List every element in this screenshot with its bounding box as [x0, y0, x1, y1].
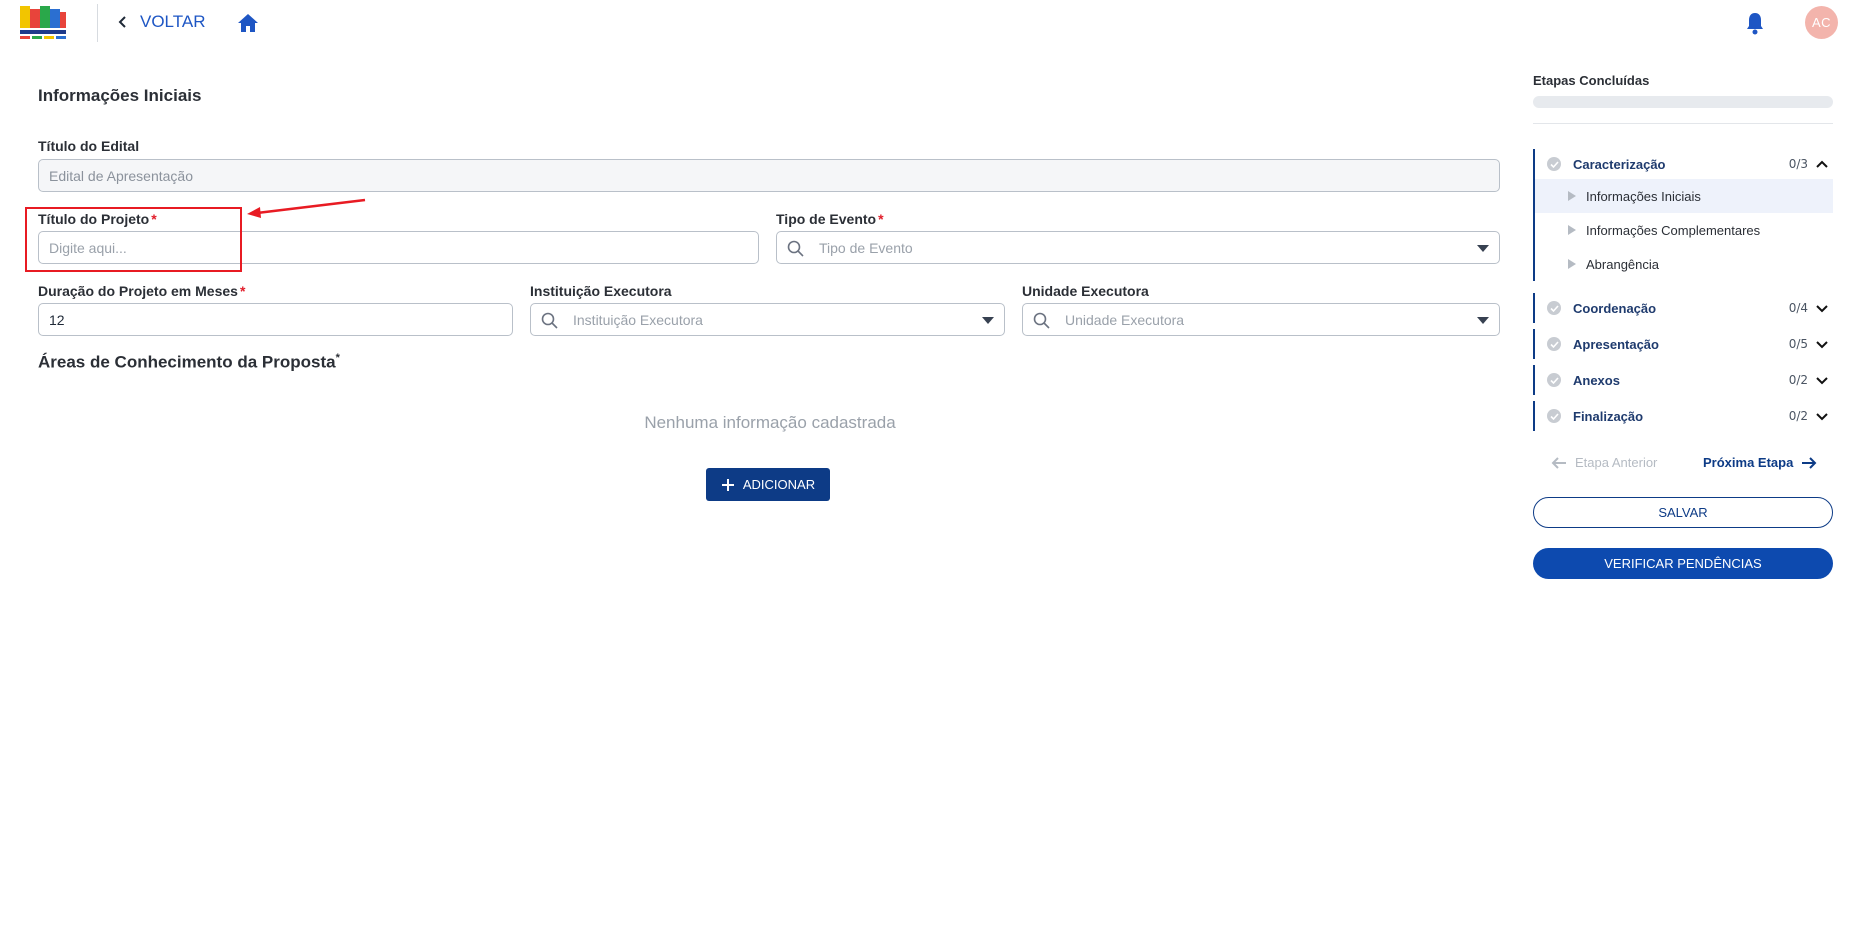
- step-coordenacao: Coordenação 0/4: [1533, 293, 1833, 323]
- arrow-right-icon: [1802, 456, 1817, 469]
- chevron-up-icon[interactable]: [1815, 157, 1829, 171]
- step-label: Anexos: [1573, 372, 1620, 388]
- search-icon: [1033, 312, 1050, 329]
- previous-step-button[interactable]: Etapa Anterior: [1551, 455, 1657, 470]
- chevron-down-icon[interactable]: [1815, 373, 1829, 387]
- caret-right-icon: [1568, 225, 1576, 235]
- step-caracterizacao: Caracterização 0/3 Informações Iniciais …: [1533, 149, 1833, 281]
- tipo-evento-select[interactable]: Tipo de Evento: [776, 231, 1500, 264]
- check-circle-icon: [1547, 301, 1561, 315]
- duracao-label: Duração do Projeto em Meses *: [38, 283, 245, 299]
- step-count: 0/5: [1788, 337, 1808, 351]
- step-anexos: Anexos 0/2: [1533, 365, 1833, 395]
- chevron-down-icon[interactable]: [1815, 301, 1829, 315]
- step-label: Apresentação: [1573, 336, 1659, 352]
- step-header[interactable]: Finalização 0/2: [1533, 401, 1833, 431]
- subitem-informacoes-iniciais[interactable]: Informações Iniciais: [1533, 179, 1833, 213]
- chevron-down-icon[interactable]: [1815, 337, 1829, 351]
- annotation-highlight-box: [25, 207, 242, 272]
- tipo-evento-label: Tipo de Evento *: [776, 211, 884, 227]
- subitem-informacoes-complementares[interactable]: Informações Complementares: [1533, 213, 1833, 247]
- duracao-input[interactable]: 12: [38, 303, 513, 336]
- next-step-label: Próxima Etapa: [1703, 455, 1794, 470]
- tipo-evento-placeholder: Tipo de Evento: [819, 240, 913, 256]
- empty-message: Nenhuma informação cadastrada: [644, 413, 896, 432]
- required-marker: *: [239, 283, 246, 299]
- check-circle-icon: [1547, 373, 1561, 387]
- bell-icon[interactable]: [1744, 11, 1766, 35]
- step-header[interactable]: Coordenação 0/4: [1533, 293, 1833, 323]
- areas-title: Áreas de Conhecimento da Proposta*: [38, 352, 340, 373]
- step-apresentacao: Apresentação 0/5: [1533, 329, 1833, 359]
- step-label: Caracterização: [1573, 156, 1666, 172]
- chevron-left-icon: [118, 16, 126, 28]
- caret-right-icon: [1568, 191, 1576, 201]
- back-button[interactable]: VOLTAR: [116, 10, 206, 34]
- instituicao-placeholder: Instituição Executora: [573, 312, 703, 328]
- user-avatar[interactable]: AC: [1805, 6, 1838, 39]
- caret-down-icon: [1477, 317, 1489, 324]
- unidade-placeholder: Unidade Executora: [1065, 312, 1185, 328]
- step-finalizacao: Finalização 0/2: [1533, 401, 1833, 431]
- instituicao-label: Instituição Executora: [530, 283, 672, 299]
- panel-divider: [1533, 123, 1833, 124]
- chevron-down-icon[interactable]: [1815, 409, 1829, 423]
- unidade-select[interactable]: Unidade Executora: [1022, 303, 1500, 336]
- subitem-label: Informações Complementares: [1586, 222, 1761, 238]
- step-count: 0/2: [1788, 409, 1808, 423]
- annotation-arrow-icon: [247, 198, 366, 218]
- step-count: 0/3: [1788, 157, 1808, 171]
- app-logo[interactable]: [12, 0, 72, 46]
- instituicao-select[interactable]: Instituição Executora: [530, 303, 1005, 336]
- duracao-label-text: Duração do Projeto em Meses: [38, 283, 238, 299]
- search-icon: [541, 312, 558, 329]
- previous-step-label: Etapa Anterior: [1575, 455, 1658, 470]
- areas-title-text: Áreas de Conhecimento da Proposta: [38, 352, 336, 372]
- back-label: VOLTAR: [140, 12, 206, 31]
- caret-down-icon: [1477, 245, 1489, 252]
- steps-progress-bar: [1533, 96, 1833, 108]
- check-circle-icon: [1547, 157, 1561, 171]
- step-label: Coordenação: [1573, 300, 1657, 316]
- plus-icon: [721, 478, 734, 491]
- caret-right-icon: [1568, 259, 1576, 269]
- steps-title: Etapas Concluídas: [1533, 73, 1650, 88]
- check-circle-icon: [1547, 409, 1561, 423]
- check-circle-icon: [1547, 337, 1561, 351]
- subitem-label: Informações Iniciais: [1586, 188, 1701, 204]
- step-header[interactable]: Caracterização 0/3: [1533, 149, 1833, 179]
- save-button[interactable]: SALVAR: [1533, 497, 1833, 528]
- step-label: Finalização: [1573, 408, 1644, 424]
- home-icon[interactable]: [236, 11, 260, 35]
- unidade-label: Unidade Executora: [1022, 283, 1149, 299]
- next-step-button[interactable]: Próxima Etapa: [1703, 455, 1817, 470]
- tipo-evento-label-text: Tipo de Evento: [776, 211, 877, 227]
- caret-down-icon: [982, 317, 994, 324]
- add-button-label: ADICIONAR: [742, 477, 816, 492]
- verify-pending-button[interactable]: VERIFICAR PENDÊNCIAS: [1533, 548, 1833, 579]
- step-header[interactable]: Anexos 0/2: [1533, 365, 1833, 395]
- top-bar: VOLTAR AC: [0, 0, 1851, 46]
- add-button[interactable]: ADICIONAR: [706, 468, 830, 501]
- required-marker: *: [878, 211, 884, 227]
- section-title: Informações Iniciais: [38, 86, 202, 105]
- search-icon: [787, 240, 804, 257]
- subitem-abrangencia[interactable]: Abrangência: [1533, 247, 1833, 281]
- titulo-edital-field: Edital de Apresentação: [38, 159, 1500, 192]
- step-count: 0/4: [1788, 301, 1808, 315]
- required-marker: *: [335, 352, 340, 364]
- step-header[interactable]: Apresentação 0/5: [1533, 329, 1833, 359]
- subitem-label: Abrangência: [1586, 256, 1659, 272]
- arrow-left-icon: [1551, 456, 1566, 469]
- step-count: 0/2: [1788, 373, 1808, 387]
- titulo-edital-label: Título do Edital: [38, 138, 140, 154]
- header-divider: [97, 4, 98, 42]
